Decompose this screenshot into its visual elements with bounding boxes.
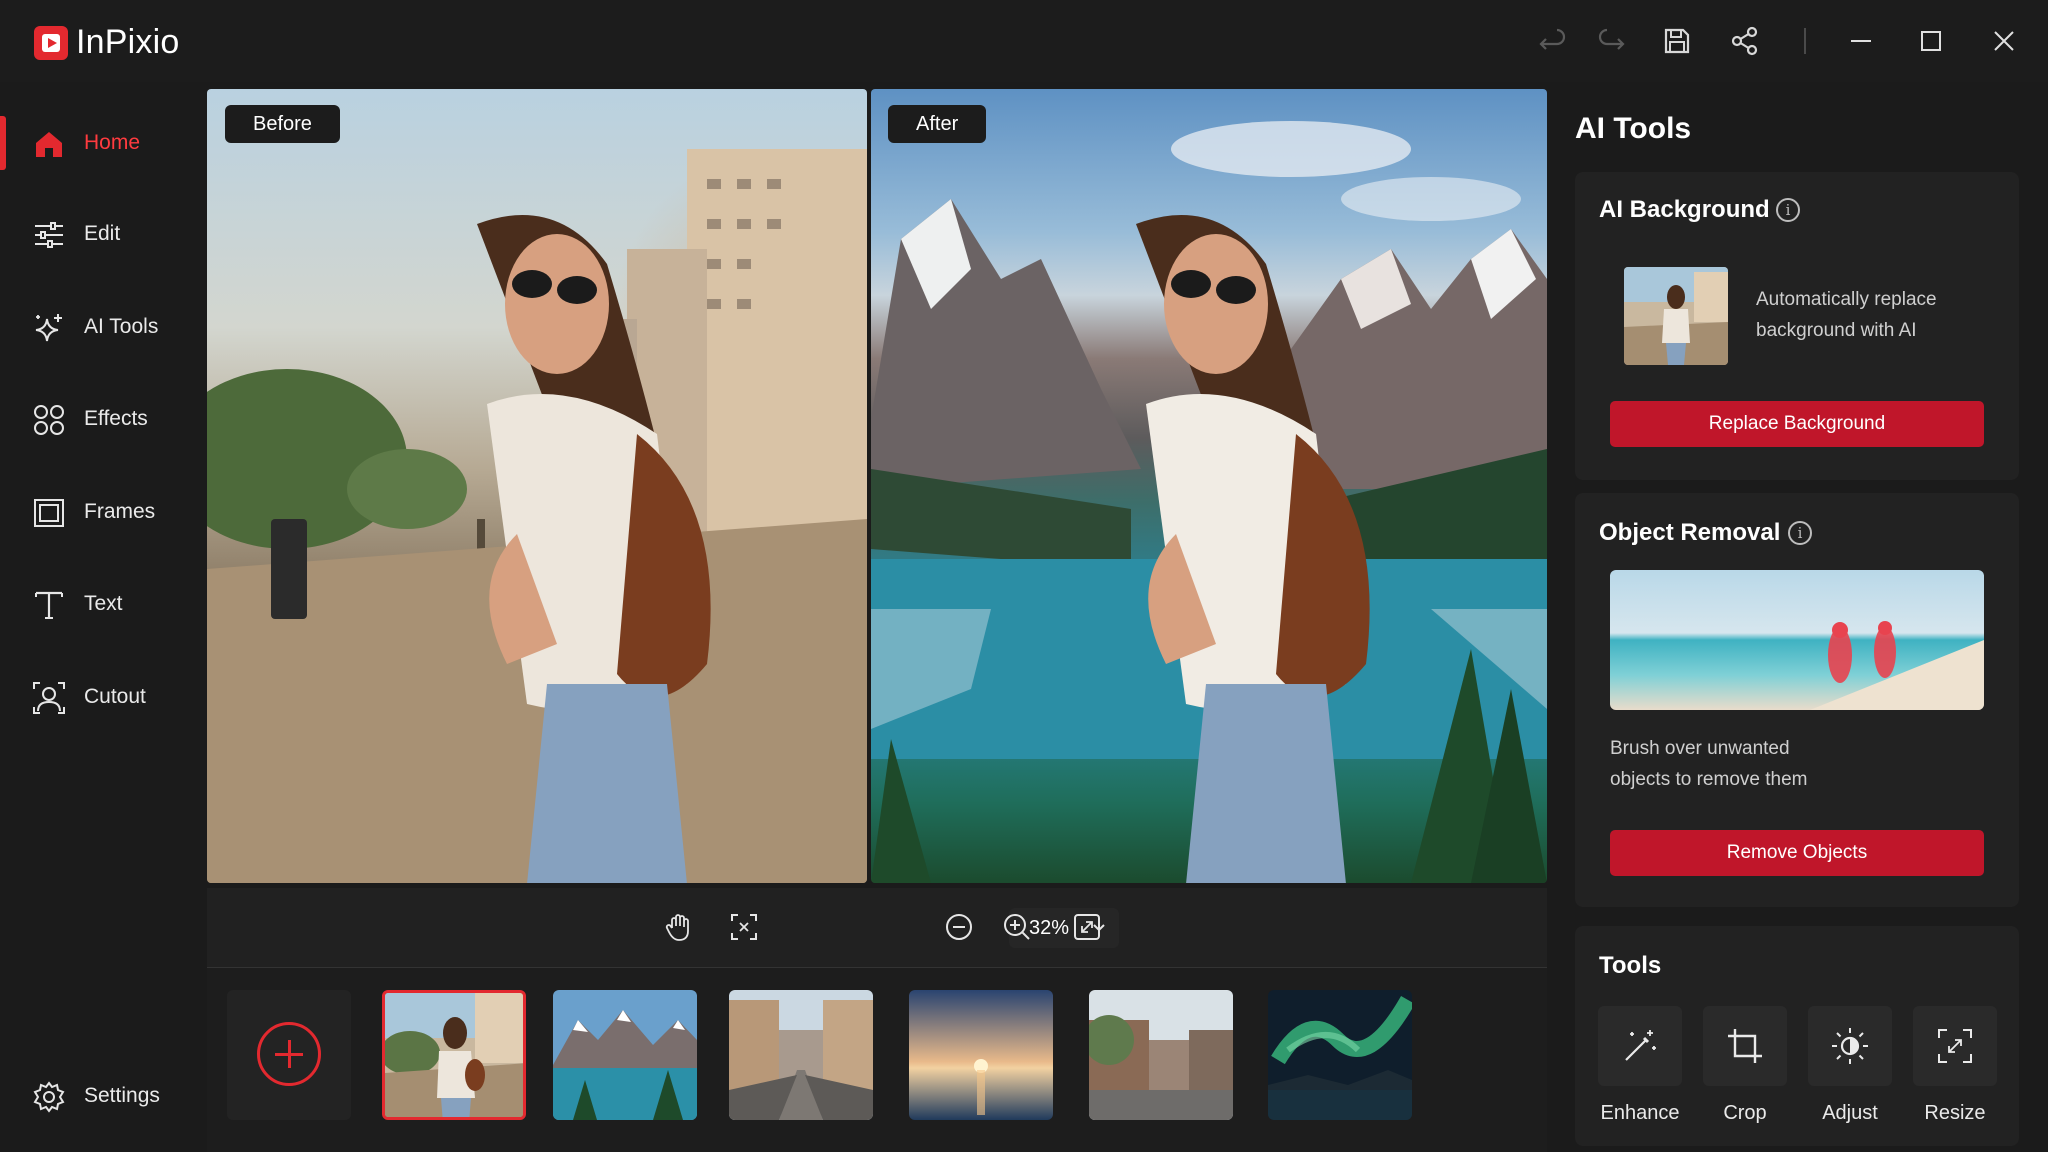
sidebar-item-settings[interactable]: Settings <box>0 1063 198 1129</box>
sidebar-item-edit[interactable]: Edit <box>0 201 198 267</box>
thumbnail-sunset-sea[interactable] <box>909 990 1053 1120</box>
cutout-icon <box>33 682 65 714</box>
title-bar: InPixio <box>0 0 2048 82</box>
sliders-icon <box>35 222 63 248</box>
effects-icon <box>34 405 64 435</box>
person-before <box>477 215 711 883</box>
tools-card: Tools Enhance Crop Adjust Resize <box>1575 926 2019 1146</box>
person-after <box>1136 215 1370 883</box>
undo-icon[interactable] <box>1536 24 1570 58</box>
titlebar-separator <box>1804 28 1806 54</box>
save-icon[interactable] <box>1660 24 1694 58</box>
object-removal-title: Object Removal <box>1599 519 1781 546</box>
share-icon[interactable] <box>1728 24 1762 58</box>
redo-icon[interactable] <box>1594 24 1628 58</box>
before-label: Before <box>225 105 340 143</box>
close-icon[interactable] <box>1987 24 2021 58</box>
zoom-in-icon[interactable] <box>1000 910 1034 944</box>
panel-title: AI Tools <box>1575 112 1692 145</box>
text-icon <box>35 591 63 619</box>
ai-background-card: AI Background i Automatically replace ba… <box>1575 172 2019 480</box>
before-image[interactable] <box>207 89 867 883</box>
resize-button[interactable] <box>1913 1006 1997 1086</box>
adjust-label: Adjust <box>1822 1102 1878 1124</box>
sidebar-item-label: AI Tools <box>84 315 159 338</box>
sparkles-icon <box>35 314 62 342</box>
sidebar: Home Edit AI Tools Effects Frames Text C… <box>0 82 198 1152</box>
sidebar-item-label: Frames <box>84 500 156 523</box>
hand-icon[interactable] <box>662 910 696 944</box>
sidebar-item-ai-tools[interactable]: AI Tools <box>0 294 198 360</box>
info-icon[interactable]: i <box>1788 521 1812 545</box>
ai-background-description: Automatically replace background with AI <box>1756 289 1937 341</box>
object-removal-thumbnail <box>1610 570 1984 710</box>
add-image-button[interactable] <box>227 990 351 1120</box>
brightness-icon <box>1832 1028 1868 1064</box>
plus-icon <box>257 1022 321 1086</box>
zoom-toolbar: 32% <box>207 888 1547 968</box>
maximize-icon[interactable] <box>1914 24 1948 58</box>
replace-background-button[interactable]: Replace Background <box>1610 401 1984 447</box>
ai-background-title: AI Background <box>1599 196 1770 223</box>
thumbnail-woman-street[interactable] <box>382 990 526 1120</box>
crop-button[interactable] <box>1703 1006 1787 1086</box>
magic-wand-icon <box>1625 1030 1656 1061</box>
thumbnail-town-street[interactable] <box>1089 990 1233 1120</box>
sidebar-item-label: Cutout <box>84 685 146 708</box>
sidebar-item-label: Effects <box>84 407 148 430</box>
zoom-level-value: 32% <box>1029 916 1070 939</box>
sidebar-item-cutout[interactable]: Cutout <box>0 664 198 730</box>
enhance-label: Enhance <box>1600 1102 1680 1124</box>
app-name: InPixio <box>76 23 180 61</box>
ai-background-thumbnail <box>1624 267 1728 365</box>
sidebar-item-label: Text <box>84 592 123 615</box>
resize-label: Resize <box>1924 1102 1986 1124</box>
minimize-icon[interactable] <box>1844 24 1878 58</box>
sidebar-item-home[interactable]: Home <box>0 110 198 176</box>
sidebar-item-effects[interactable]: Effects <box>0 386 198 452</box>
info-icon[interactable]: i <box>1776 198 1800 222</box>
tools-title: Tools <box>1599 952 1662 979</box>
thumbnail-city-street[interactable] <box>729 990 873 1120</box>
actual-size-icon[interactable] <box>1070 910 1104 944</box>
zoom-out-icon[interactable] <box>942 910 976 944</box>
after-label: After <box>888 105 987 143</box>
resize-icon <box>1938 1029 1972 1063</box>
adjust-button[interactable] <box>1808 1006 1892 1086</box>
crop-label: Crop <box>1723 1102 1767 1124</box>
settings-label: Settings <box>84 1084 160 1107</box>
enhance-button[interactable] <box>1598 1006 1682 1086</box>
logo-icon <box>34 25 68 60</box>
sidebar-item-label: Home <box>84 131 141 154</box>
remove-objects-button[interactable]: Remove Objects <box>1610 830 1984 876</box>
app-logo: InPixio <box>34 23 179 62</box>
thumbnail-aurora[interactable] <box>1268 990 1412 1120</box>
object-removal-description: Brush over unwanted objects to remove th… <box>1610 738 1808 790</box>
thumbnail-strip <box>207 968 1547 1152</box>
sidebar-item-label: Edit <box>84 222 121 245</box>
home-icon <box>36 132 62 157</box>
gear-icon <box>33 1081 65 1113</box>
thumbnail-mountain-lake[interactable] <box>553 990 697 1120</box>
sidebar-item-frames[interactable]: Frames <box>0 479 198 545</box>
fit-screen-icon[interactable] <box>727 910 761 944</box>
frame-icon <box>34 499 64 527</box>
object-removal-card: Object Removal i Brush over unwanted obj… <box>1575 493 2019 907</box>
after-image[interactable] <box>871 89 1547 883</box>
crop-icon <box>1728 1029 1762 1063</box>
sidebar-item-text[interactable]: Text <box>0 571 198 637</box>
